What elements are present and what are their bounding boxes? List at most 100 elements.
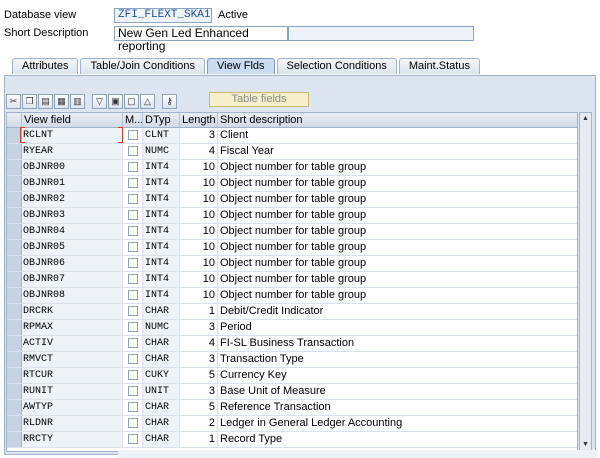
mod-checkbox[interactable] — [128, 322, 138, 332]
mod-checkbox[interactable] — [128, 370, 138, 380]
mod-checkbox[interactable] — [128, 434, 138, 444]
table-row[interactable]: RTCUR CUKY 5 Currency Key — [7, 368, 577, 384]
table-row[interactable]: OBJNR05 INT4 10 Object number for table gro… — [7, 240, 577, 256]
mod-checkbox[interactable] — [128, 242, 138, 252]
row-selector[interactable] — [7, 288, 22, 303]
view-field-cell[interactable]: OBJNR05 — [22, 240, 123, 255]
paste-icon[interactable]: ▤ — [38, 93, 53, 109]
row-selector[interactable] — [7, 144, 22, 159]
mod-checkbox[interactable] — [128, 354, 138, 364]
mod-checkbox[interactable] — [128, 210, 138, 220]
insert-row-icon[interactable]: ▦ — [54, 93, 69, 109]
mod-checkbox[interactable] — [128, 338, 138, 348]
tab-maint-status[interactable]: Maint.Status — [398, 58, 480, 74]
tab-selection-conditions[interactable]: Selection Conditions — [276, 58, 397, 74]
mod-checkbox[interactable] — [128, 162, 138, 172]
select-all-icon[interactable]: ▣ — [108, 93, 123, 109]
cut-icon[interactable]: ✂ — [6, 93, 21, 109]
detail-icon[interactable]: △ — [140, 93, 155, 109]
table-row[interactable]: RPMAX NUMC 3 Period — [7, 320, 577, 336]
table-row[interactable]: ACTIV CHAR 4 FI-SL Business Transaction — [7, 336, 577, 352]
view-field-cell[interactable]: OBJNR07 — [22, 272, 123, 287]
table-row[interactable]: OBJNR03 INT4 10 Object number for table gro… — [7, 208, 577, 224]
table-row[interactable]: OBJNR02 INT4 10 Object number for table gro… — [7, 192, 577, 208]
deselect-icon[interactable]: ▢ — [124, 93, 139, 109]
delete-row-icon[interactable]: ▥ — [70, 93, 85, 109]
table-row[interactable]: OBJNR01 INT4 10 Object number for table gro… — [7, 176, 577, 192]
scroll-down-icon[interactable]: ▼ — [581, 440, 590, 450]
view-field-cell[interactable]: OBJNR02 — [22, 192, 123, 207]
row-selector[interactable] — [7, 224, 22, 239]
table-row[interactable]: OBJNR04 INT4 10 Object number for table gro… — [7, 224, 577, 240]
row-selector[interactable] — [7, 400, 22, 415]
table-row[interactable]: AWTYP CHAR 5 Reference Transaction — [7, 400, 577, 416]
table-row[interactable]: OBJNR00 INT4 10 Object number for table gro… — [7, 160, 577, 176]
view-field-cell[interactable]: RPMAX — [22, 320, 123, 335]
scroll-up-icon[interactable]: ▲ — [581, 114, 590, 124]
row-selector[interactable] — [7, 176, 22, 191]
select-all-cell[interactable] — [7, 113, 22, 127]
row-selector[interactable] — [7, 208, 22, 223]
view-field-cell[interactable]: RLDNR — [22, 416, 123, 431]
row-selector[interactable] — [7, 272, 22, 287]
view-field-cell[interactable]: AWTYP — [22, 400, 123, 415]
view-field-cell[interactable]: DRCRK — [22, 304, 123, 319]
table-row[interactable]: RCLNT CLNT 3 Client — [7, 128, 577, 144]
vertical-scrollbar[interactable]: ▲ ▼ — [579, 112, 592, 452]
row-selector[interactable] — [7, 384, 22, 399]
view-field-cell[interactable]: OBJNR08 — [22, 288, 123, 303]
view-field-cell[interactable]: RRCTY — [22, 432, 123, 447]
table-row[interactable]: DRCRK CHAR 1 Debit/Credit Indicator — [7, 304, 577, 320]
row-selector[interactable] — [7, 256, 22, 271]
col-dtyp[interactable]: DTyp — [143, 113, 180, 127]
table-row[interactable]: RYEAR NUMC 4 Fiscal Year — [7, 144, 577, 160]
tab-view-flds[interactable]: View Flds — [207, 58, 275, 74]
table-row[interactable]: OBJNR08 INT4 10 Object number for table gro… — [7, 288, 577, 304]
row-selector[interactable] — [7, 416, 22, 431]
view-field-cell[interactable]: RTCUR — [22, 368, 123, 383]
row-selector[interactable] — [7, 240, 22, 255]
table-row[interactable]: RRCTY CHAR 1 Record Type — [7, 432, 577, 448]
table-row[interactable]: OBJNR07 INT4 10 Object number for table gro… — [7, 272, 577, 288]
view-field-cell[interactable]: OBJNR06 — [22, 256, 123, 271]
row-selector[interactable] — [7, 192, 22, 207]
view-field-cell[interactable]: RMVCT — [22, 352, 123, 367]
tab-attributes[interactable]: Attributes — [12, 58, 79, 74]
mod-checkbox[interactable] — [128, 178, 138, 188]
db-view-field[interactable]: ZFI_FLEXT_SKA1 — [114, 8, 212, 23]
mod-checkbox[interactable] — [128, 258, 138, 268]
row-selector[interactable] — [7, 160, 22, 175]
table-row[interactable]: RLDNR CHAR 2 Ledger in General Ledger Accou… — [7, 416, 577, 432]
row-selector[interactable] — [7, 336, 22, 351]
mod-checkbox[interactable] — [128, 130, 138, 140]
mod-checkbox[interactable] — [128, 146, 138, 156]
mod-checkbox[interactable] — [128, 306, 138, 316]
mod-checkbox[interactable] — [128, 226, 138, 236]
row-selector[interactable] — [7, 320, 22, 335]
copy-icon[interactable]: ❐ — [22, 93, 37, 109]
mod-checkbox[interactable] — [128, 418, 138, 428]
key-icon[interactable]: ⚷ — [162, 93, 177, 109]
mod-checkbox[interactable] — [128, 290, 138, 300]
table-row[interactable]: RMVCT CHAR 3 Transaction Type — [7, 352, 577, 368]
table-row[interactable]: OBJNR06 INT4 10 Object number for table gro… — [7, 256, 577, 272]
col-view-field[interactable]: View field — [22, 113, 123, 127]
row-selector[interactable] — [7, 432, 22, 447]
table-fields-button[interactable]: Table fields — [209, 92, 309, 107]
horizontal-scrollbar[interactable] — [118, 450, 598, 458]
row-selector[interactable] — [7, 368, 22, 383]
row-selector[interactable] — [7, 352, 22, 367]
row-selector[interactable] — [7, 304, 22, 319]
short-desc-field[interactable]: New Gen Led Enhanced reporting — [114, 26, 288, 53]
col-short-description[interactable]: Short description — [218, 113, 577, 127]
mod-checkbox[interactable] — [128, 194, 138, 204]
view-field-cell[interactable]: OBJNR03 — [22, 208, 123, 223]
table-row[interactable]: RUNIT UNIT 3 Base Unit of Measure — [7, 384, 577, 400]
mod-checkbox[interactable] — [128, 386, 138, 396]
view-field-cell[interactable]: OBJNR04 — [22, 224, 123, 239]
view-field-cell[interactable]: RYEAR — [22, 144, 123, 159]
view-field-cell[interactable]: OBJNR01 — [22, 176, 123, 191]
mod-checkbox[interactable] — [128, 402, 138, 412]
tab-table-join-conditions[interactable]: Table/Join Conditions — [80, 58, 206, 74]
col-m[interactable]: M... — [123, 113, 143, 127]
